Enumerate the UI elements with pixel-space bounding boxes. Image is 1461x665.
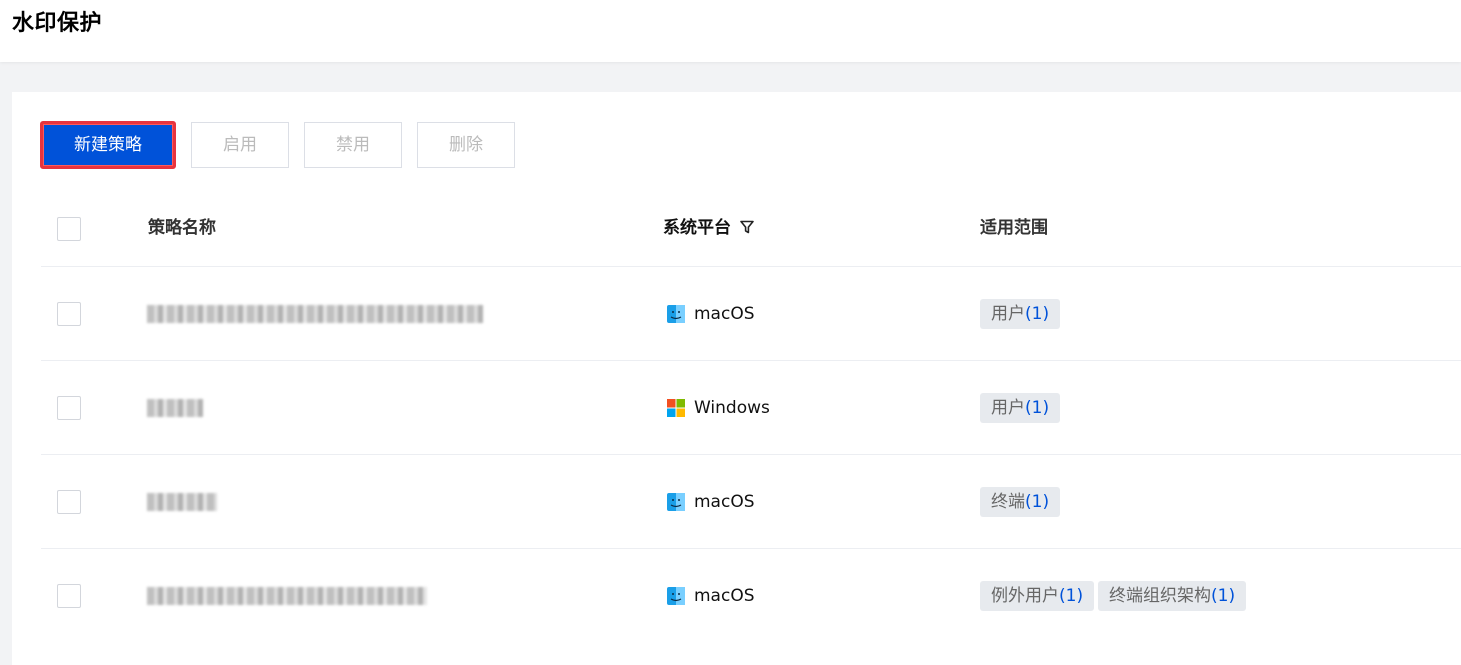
table-row[interactable]: macOS 终端(1) [41, 455, 1461, 549]
platform-cell: macOS [667, 584, 755, 608]
row-checkbox[interactable] [57, 396, 81, 420]
scope-tag-count: (1) [1025, 304, 1050, 324]
column-header-platform: 系统平台 [663, 216, 755, 240]
platform-label: macOS [694, 304, 755, 324]
redacted-name [147, 399, 203, 417]
platform-label: macOS [694, 586, 755, 606]
redacted-name [147, 587, 427, 605]
column-header-name: 策略名称 [148, 218, 216, 238]
table-header: 策略名称 系统平台 适用范围 [41, 182, 1461, 267]
row-checkbox[interactable] [57, 302, 81, 326]
scope-tag[interactable]: 终端(1) [980, 487, 1061, 517]
scope-tag-label: 终端组织架构 [1109, 586, 1211, 606]
finder-icon [667, 493, 685, 511]
platform-label: macOS [694, 492, 755, 512]
select-all-checkbox[interactable] [57, 217, 81, 241]
scope-tag[interactable]: 例外用户(1) [980, 581, 1095, 611]
scope-tag[interactable]: 用户(1) [980, 393, 1061, 423]
finder-icon [667, 305, 685, 323]
header-bar: 水印保护 [0, 0, 1461, 62]
scope-tag-label: 例外用户 [991, 586, 1059, 606]
redacted-name [147, 493, 217, 511]
table-row[interactable]: Windows 用户(1) [41, 361, 1461, 455]
delete-button[interactable]: 删除 [417, 122, 515, 168]
platform-label: Windows [694, 398, 770, 418]
platform-cell: Windows [667, 396, 770, 420]
platform-cell: macOS [667, 302, 755, 326]
policy-panel: 新建策略 启用 禁用 删除 策略名称 系统平台 适用范围 macOS 用户(1) [12, 92, 1461, 665]
scope-tag-count: (1) [1211, 586, 1236, 606]
row-checkbox[interactable] [57, 584, 81, 608]
page-title: 水印保护 [12, 11, 103, 36]
scope-tag-count: (1) [1059, 586, 1084, 606]
row-checkbox[interactable] [57, 490, 81, 514]
table-row[interactable]: macOS 用户(1) [41, 267, 1461, 361]
scope-tag-label: 用户 [991, 304, 1025, 324]
policy-table: 策略名称 系统平台 适用范围 macOS 用户(1) Windows 用户(1)… [41, 182, 1461, 643]
disable-button[interactable]: 禁用 [304, 122, 402, 168]
scope-tag-count: (1) [1025, 492, 1050, 512]
filter-icon[interactable] [739, 219, 755, 235]
scope-tag-label: 终端 [991, 492, 1025, 512]
scope-tag[interactable]: 终端组织架构(1) [1098, 581, 1247, 611]
redacted-name [147, 305, 483, 323]
scope-tag-label: 用户 [991, 398, 1025, 418]
windows-icon [667, 399, 685, 417]
scope-tag[interactable]: 用户(1) [980, 299, 1061, 329]
enable-button[interactable]: 启用 [191, 122, 289, 168]
column-header-scope: 适用范围 [980, 218, 1048, 238]
column-header-platform-label: 系统平台 [663, 218, 731, 238]
new-policy-button[interactable]: 新建策略 [40, 121, 176, 169]
scope-tag-count: (1) [1025, 398, 1050, 418]
finder-icon [667, 587, 685, 605]
platform-cell: macOS [667, 490, 755, 514]
table-row[interactable]: macOS 例外用户(1) 终端组织架构(1) [41, 549, 1461, 643]
